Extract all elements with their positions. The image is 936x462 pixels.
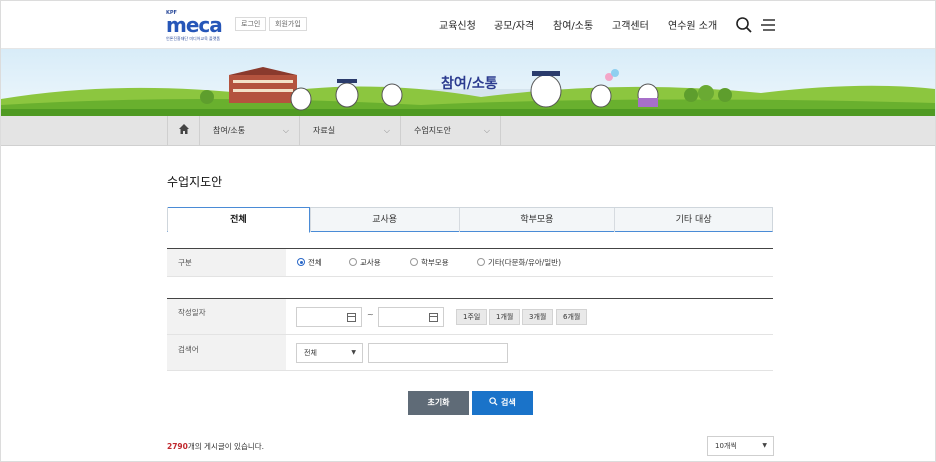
caret-down-icon: ▼ xyxy=(351,349,356,356)
page-title: 수업지도안 xyxy=(167,175,223,189)
chevron-down-icon: ⌵ xyxy=(383,126,390,135)
start-date-input[interactable] xyxy=(296,307,362,327)
login-link[interactable]: 로그인 xyxy=(235,17,267,31)
nav-contest[interactable]: 공모/자격 xyxy=(494,17,534,32)
category-row: 구분 전체 교사용 학부모용 기타(다문화/유아/일반) xyxy=(167,249,773,277)
chevron-down-icon: ⌵ xyxy=(282,126,289,135)
search-filter: 작성일자 ~ 1주일 1개월 3개월 6개월 검색어 전체 ▼ xyxy=(167,298,773,371)
calendar-icon[interactable] xyxy=(429,313,438,322)
keyword-input[interactable] xyxy=(368,343,508,363)
caret-down-icon: ▼ xyxy=(762,442,767,449)
nav-education[interactable]: 교육신청 xyxy=(439,17,476,32)
breadcrumb-level2[interactable]: 자료실 ⌵ xyxy=(299,116,400,146)
home-icon xyxy=(179,124,189,134)
date-separator: ~ xyxy=(367,310,374,319)
tab-parent[interactable]: 학부모용 xyxy=(458,208,615,232)
nav-support[interactable]: 고객센터 xyxy=(612,17,649,32)
period-3month-button[interactable]: 3개월 xyxy=(522,309,554,325)
period-6month-button[interactable]: 6개월 xyxy=(556,309,588,325)
radio-dot xyxy=(349,258,357,266)
search-button[interactable]: 검색 xyxy=(472,391,533,415)
radio-teacher[interactable]: 교사용 xyxy=(349,249,381,277)
breadcrumb-level1[interactable]: 참여/소통 ⌵ xyxy=(199,116,299,146)
date-row: 작성일자 ~ 1주일 1개월 3개월 6개월 xyxy=(167,299,773,335)
reset-button[interactable]: 초기화 xyxy=(408,391,469,415)
tab-teacher[interactable]: 교사용 xyxy=(309,208,459,232)
period-1week-button[interactable]: 1주일 xyxy=(456,309,488,325)
end-date-input[interactable] xyxy=(378,307,444,327)
chevron-down-icon: ⌵ xyxy=(483,126,490,135)
banner-title: 참여/소통 xyxy=(441,76,498,92)
meca-logo[interactable]: KPF meca 언론진흥재단 미디어교육 플랫폼 xyxy=(166,10,223,41)
menu-icon[interactable] xyxy=(759,16,777,34)
section-banner: 참여/소통 xyxy=(1,49,935,116)
search-icon xyxy=(489,397,498,406)
category-label: 구분 xyxy=(167,249,286,276)
audience-tabs: 전체 교사용 학부모용 기타 대상 xyxy=(167,207,773,233)
nav-about[interactable]: 연수원 소개 xyxy=(668,17,717,32)
nav-community[interactable]: 참여/소통 xyxy=(553,17,593,32)
radio-dot xyxy=(477,258,485,266)
tab-all[interactable]: 전체 xyxy=(168,207,310,233)
category-filter: 구분 전체 교사용 학부모용 기타(다문화/유아/일반) xyxy=(167,248,773,277)
date-label: 작성일자 xyxy=(167,299,286,334)
result-count: 2790개의 게시글이 있습니다. xyxy=(167,442,265,451)
page: KPF meca 언론진흥재단 미디어교육 플랫폼 로그인 회원가입 교육신청 … xyxy=(0,0,936,462)
radio-all[interactable]: 전체 xyxy=(297,249,322,277)
join-link[interactable]: 회원가입 xyxy=(269,17,307,31)
tab-other[interactable]: 기타 대상 xyxy=(614,208,772,232)
radio-dot xyxy=(410,258,418,266)
breadcrumb: 참여/소통 ⌵ 자료실 ⌵ 수업지도안 ⌵ xyxy=(1,116,935,146)
period-1month-button[interactable]: 1개월 xyxy=(489,309,521,325)
search-scope-select[interactable]: 전체 ▼ xyxy=(296,343,363,363)
search-icon[interactable] xyxy=(735,16,753,34)
calendar-icon[interactable] xyxy=(347,313,356,322)
keyword-row: 검색어 전체 ▼ xyxy=(167,335,773,371)
keyword-label: 검색어 xyxy=(167,335,286,370)
site-header: KPF meca 언론진흥재단 미디어교육 플랫폼 로그인 회원가입 교육신청 … xyxy=(1,1,935,49)
breadcrumb-level3[interactable]: 수업지도안 ⌵ xyxy=(400,116,501,146)
home-crumb[interactable] xyxy=(167,116,199,146)
radio-parent[interactable]: 학부모용 xyxy=(410,249,449,277)
page-size-select[interactable]: 10개씩 ▼ xyxy=(707,436,774,456)
radio-dot xyxy=(297,258,305,266)
radio-other[interactable]: 기타(다문화/유아/일반) xyxy=(477,249,561,277)
